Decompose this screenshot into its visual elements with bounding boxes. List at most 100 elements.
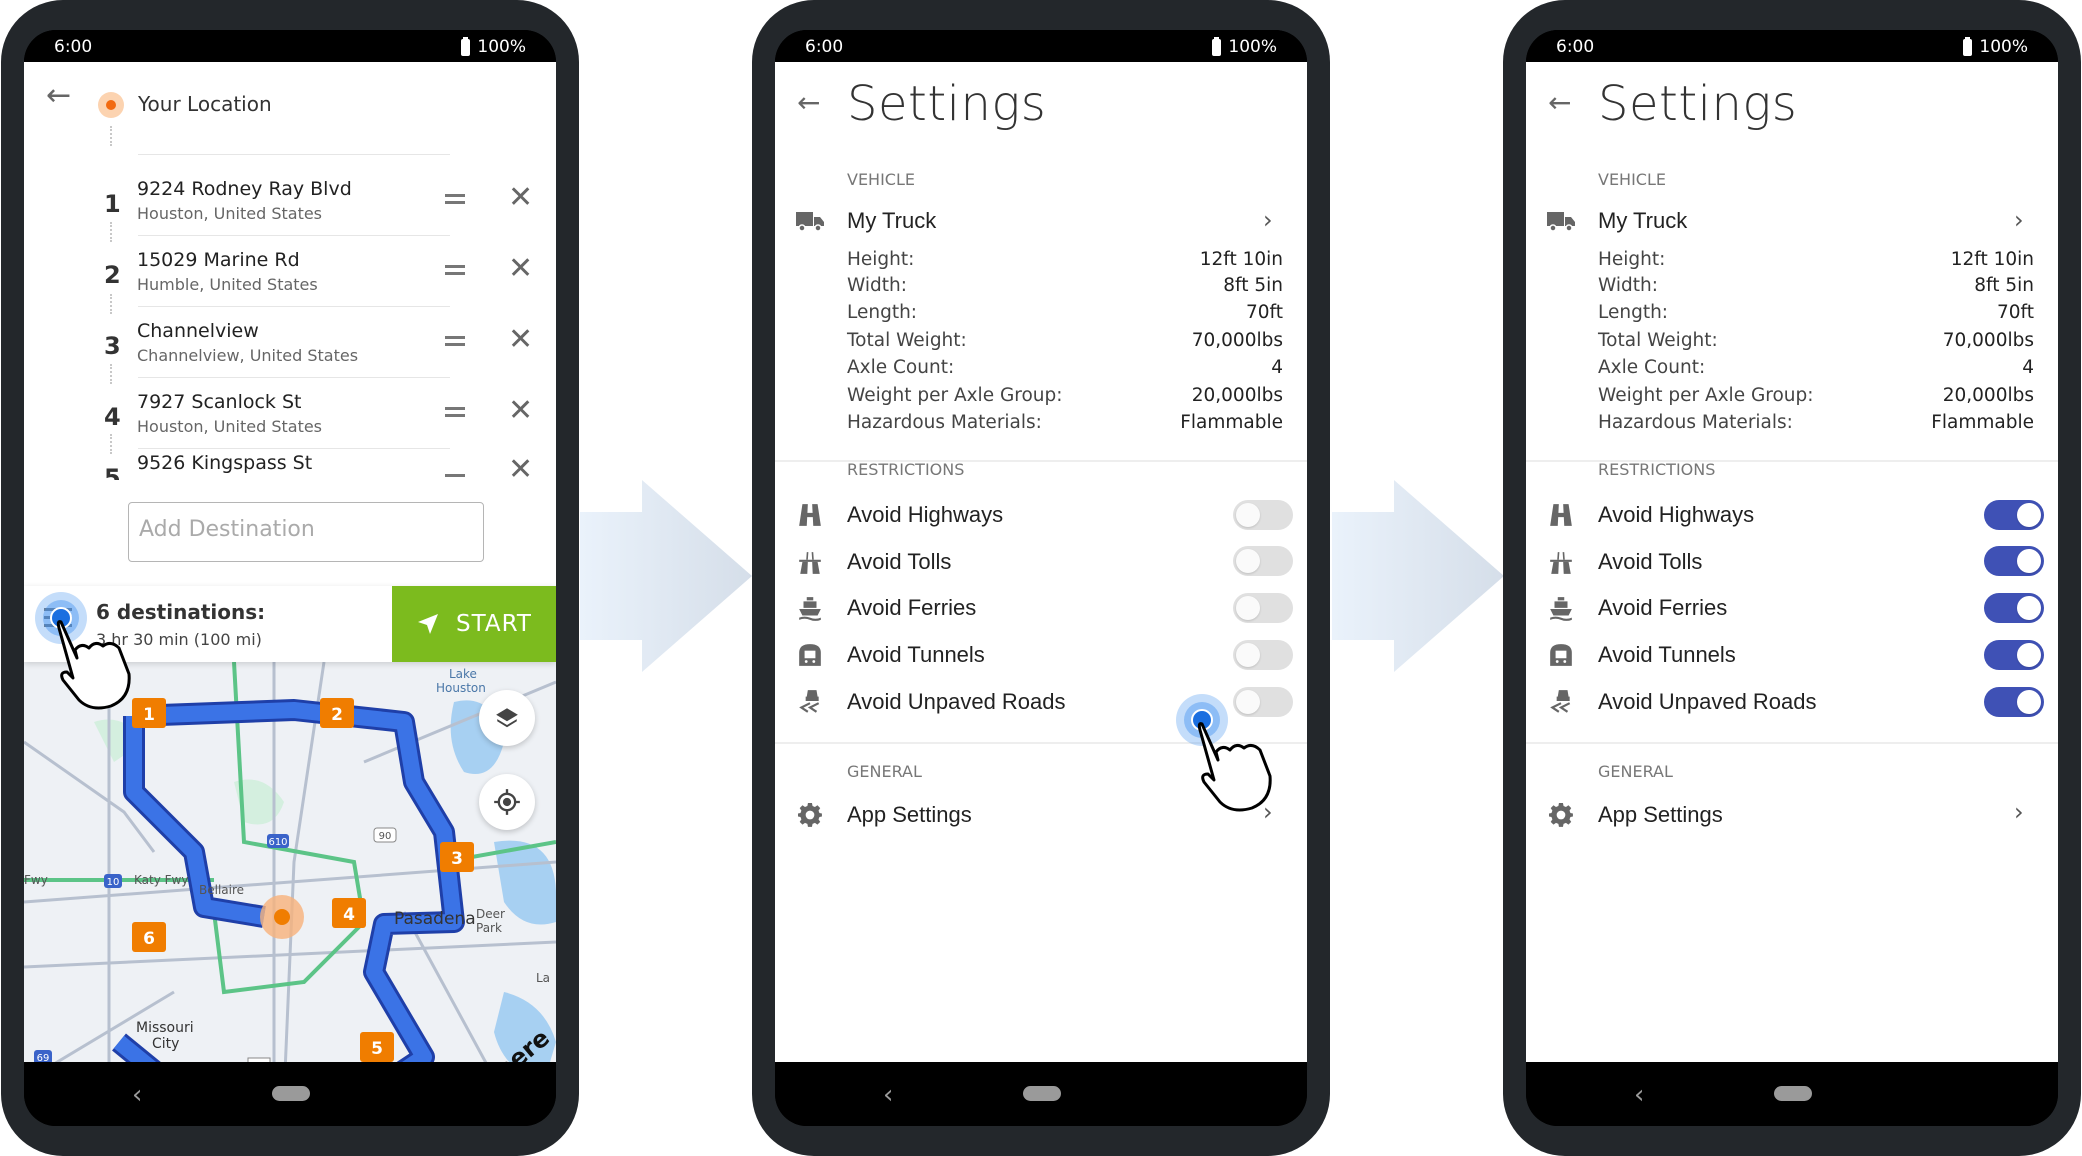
toggle-knob [1236,643,1260,667]
back-arrow-icon[interactable]: ← [46,78,71,113]
battery-level: 100% [477,37,526,57]
avoid-unpaved-roads-toggle[interactable] [1984,687,2044,717]
route-connector [110,126,112,146]
vehicle-name: My Truck [1598,208,1688,233]
add-destination-input[interactable]: Add Destination [128,502,484,562]
destination-row[interactable]: 5 9526 Kingspass St ✕ [24,450,556,480]
spec-label: Length: [847,302,918,323]
destination-row[interactable]: 3 Channelview Channelview, United States… [24,308,556,378]
toll-road-icon [1550,552,1572,574]
svg-text:2: 2 [331,705,343,725]
gear-icon [1548,802,1573,827]
vehicle-spec-row: Weight per Axle Group: 20,000lbs [847,385,1283,411]
flow-arrow-icon [580,480,752,672]
system-back-icon[interactable]: ‹ [1634,1080,1644,1110]
phone-settings-after: 6:00 100% ← Settings VEHICLE My Truck › … [1503,0,2081,1156]
svg-text:4: 4 [343,905,355,925]
ferry-icon [1550,597,1572,621]
svg-text:Lake: Lake [449,667,477,681]
highway-icon [1550,504,1572,526]
restriction-label: Avoid Ferries [847,595,977,620]
back-arrow-icon[interactable]: ← [797,86,820,119]
avoid-tolls-toggle[interactable] [1984,546,2044,576]
spec-value: 12ft 10in [1199,249,1283,270]
drag-handle-icon[interactable] [445,265,465,275]
destination-subtitle: Houston, United States [137,417,323,436]
battery-level: 100% [1979,37,2028,57]
vehicle-spec-row: Total Weight: 70,000lbs [1598,330,2034,356]
map-layers-button[interactable] [479,690,535,746]
map-marker-2: 2 [320,698,354,728]
vehicle-spec-row: Weight per Axle Group: 20,000lbs [1598,385,2034,411]
avoid-tunnels-toggle[interactable] [1984,640,2044,670]
destination-name: 7927 Scanlock St [137,391,302,413]
svg-text:Houston: Houston [436,681,486,695]
vehicle-spec-row: Total Weight: 70,000lbs [847,330,1283,356]
battery-indicator: 100% [1212,36,1277,57]
destination-subtitle: Channelview, United States [137,346,359,365]
map-marker-5: 5 [360,1032,394,1062]
svg-text:610: 610 [268,837,287,848]
destination-number: 5 [104,464,121,480]
system-back-icon[interactable]: ‹ [883,1080,893,1110]
svg-text:Fwy: Fwy [24,873,48,887]
spec-label: Width: [847,275,907,296]
drag-handle-icon[interactable] [445,194,465,204]
destination-number: 4 [104,403,121,431]
spec-value: Flammable [1180,412,1283,433]
system-home-icon[interactable] [272,1086,310,1101]
destination-row[interactable]: 1 9224 Rodney Ray Blvd Houston, United S… [24,166,556,236]
unpaved-road-icon [799,690,820,713]
restriction-label: Avoid Tunnels [1598,642,1736,667]
restriction-label: Avoid Unpaved Roads [1598,689,1817,714]
remove-destination-icon[interactable]: ✕ [508,452,533,480]
system-home-icon[interactable] [1774,1086,1812,1101]
avoid-tunnels-toggle[interactable] [1233,640,1293,670]
svg-text:Deer: Deer [476,907,505,921]
spec-label: Axle Count: [847,357,955,378]
origin-label[interactable]: Your Location [138,92,272,116]
spec-value: 70ft [1246,302,1283,323]
recenter-location-button[interactable] [479,774,535,830]
page-title: Settings [847,76,1047,132]
system-back-icon[interactable]: ‹ [132,1080,142,1110]
avoid-ferries-toggle[interactable] [1984,593,2044,623]
spec-label: Total Weight: [847,330,967,351]
start-navigation-button[interactable]: START [392,586,556,662]
toll-road-icon [799,552,821,574]
current-location-icon [98,92,124,118]
highway-shield-90: 90 [373,827,397,843]
battery-icon [1212,36,1222,56]
destination-row[interactable]: 2 15029 Marine Rd Humble, United States … [24,237,556,307]
remove-destination-icon[interactable]: ✕ [508,180,533,215]
remove-destination-icon[interactable]: ✕ [508,251,533,286]
vehicle-spec-row: Length: 70ft [847,302,1283,328]
route-content: ← Your Location 1 9224 Rodney Ray Blvd H… [24,62,556,1062]
drag-handle-icon[interactable] [445,474,465,480]
system-nav-bar: ‹ [775,1062,1307,1126]
app-settings-label: App Settings [847,802,972,827]
svg-text:Bellaire: Bellaire [199,883,244,897]
section-label-general: GENERAL [1598,762,1673,781]
spec-value: 4 [2022,357,2034,378]
toggle-knob [2017,596,2041,620]
drag-handle-icon[interactable] [445,336,465,346]
avoid-highways-toggle[interactable] [1984,500,2044,530]
remove-destination-icon[interactable]: ✕ [508,393,533,428]
avoid-ferries-toggle[interactable] [1233,593,1293,623]
chevron-right-icon: › [2014,798,2024,826]
avoid-tolls-toggle[interactable] [1233,546,1293,576]
destination-subtitle: Humble, United States [137,275,318,294]
spec-label: Width: [1598,275,1658,296]
map-marker-4: 4 [332,898,366,928]
tunnel-icon [799,644,821,666]
vehicle-spec-row: Hazardous Materials: Flammable [1598,412,2034,438]
destination-row[interactable]: 4 7927 Scanlock St Houston, United State… [24,379,556,449]
section-label-general: GENERAL [847,762,922,781]
system-home-icon[interactable] [1023,1086,1061,1101]
remove-destination-icon[interactable]: ✕ [508,322,533,357]
back-arrow-icon[interactable]: ← [1548,86,1571,119]
avoid-highways-toggle[interactable] [1233,500,1293,530]
route-map[interactable]: 1 2 3 4 5 6 Lake Houston Bellaire Pasade… [24,662,556,1062]
drag-handle-icon[interactable] [445,407,465,417]
